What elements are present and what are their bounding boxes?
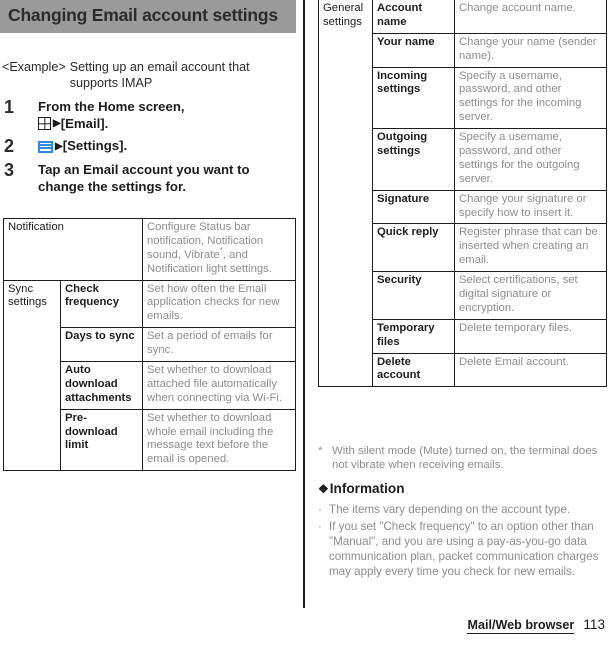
- step-action-sequence: ▶ [Email].: [38, 116, 296, 133]
- left-column: Changing Email account settings <Example…: [0, 0, 298, 645]
- row-item-label: Security: [372, 271, 455, 320]
- table-row: General settings Account name Change acc…: [318, 0, 607, 388]
- footnote-text: With silent mode (Mute) turned on, the t…: [332, 445, 598, 472]
- information-heading-label: Information: [329, 481, 405, 496]
- row-item-label: Check frequency: [59, 279, 144, 329]
- list-item: · If you set "Check frequency" to an opt…: [318, 519, 608, 579]
- example-line: <Example> Setting up an email account th…: [2, 60, 296, 91]
- list-item: · The items vary depending on the accoun…: [318, 502, 608, 517]
- manual-page: Changing Email account settings <Example…: [0, 0, 609, 645]
- row-item-label: Incoming settings: [372, 66, 455, 130]
- row-description: Change account name.: [454, 0, 607, 34]
- page-title-banner: Changing Email account settings: [0, 0, 296, 34]
- table-row: Notification Configure Status bar notifi…: [2, 218, 297, 281]
- settings-table-left: Notification Configure Status bar notifi…: [2, 218, 297, 472]
- example-text: Setting up an email account that support…: [69, 60, 250, 90]
- row-item-label: Delete account: [372, 352, 455, 388]
- menu-icon: [38, 140, 53, 153]
- row-item-label: Signature: [372, 189, 455, 225]
- row-description: Set whether to download whole email incl…: [142, 408, 297, 472]
- bullet-icon: ·: [318, 520, 322, 534]
- step-number: 3: [4, 160, 15, 181]
- row-description: Set a period of emails for sync.: [142, 327, 297, 363]
- step-1: 1 From the Home screen, ▶ [Email].: [2, 98, 296, 132]
- row-description: Specify a username, password, and other …: [454, 66, 607, 130]
- information-list: · The items vary depending on the accoun…: [318, 502, 608, 581]
- steps-list: 1 From the Home screen, ▶ [Email]. 2 ▶ […: [2, 98, 296, 200]
- example-label: <Example>: [2, 60, 66, 74]
- row-item-label: Pre-download limit: [59, 408, 144, 472]
- row-item-label: Outgoing settings: [372, 128, 455, 191]
- page-number: 113: [583, 617, 605, 632]
- settings-table-left-wrapper: Notification Configure Status bar notifi…: [2, 218, 297, 472]
- list-item-text: If you set "Check frequency" to an optio…: [329, 520, 599, 579]
- arrow-icon: ▶: [55, 140, 63, 152]
- row-description: Set how often the Email application chec…: [142, 279, 297, 329]
- row-description: Delete Email account.: [454, 352, 607, 388]
- row-description: Register phrase that can be inserted whe…: [454, 223, 607, 273]
- row-description: Configure Status bar notification, Notif…: [142, 218, 297, 281]
- step-target-label: [Email].: [60, 115, 109, 131]
- row-group-label: General settings: [318, 0, 373, 388]
- row-description: Specify a username, password, and other …: [454, 128, 607, 191]
- footnote-mark: *: [318, 445, 323, 457]
- settings-table-right-wrapper: General settings Account name Change acc…: [318, 0, 607, 388]
- step-action-sequence: ▶ [Settings].: [38, 138, 296, 155]
- row-item-label: Temporary files: [372, 318, 455, 354]
- row-item-label: Days to sync: [59, 327, 144, 363]
- row-description: Delete temporary files.: [454, 318, 607, 354]
- step-number: 2: [4, 136, 15, 157]
- step-body: From the Home screen, ▶ [Email].: [38, 98, 296, 132]
- diamond-icon: ❖: [318, 482, 329, 496]
- step-text: Tap an Email account you want to change …: [38, 162, 250, 194]
- row-item-label: Account name: [372, 0, 455, 34]
- column-divider: [303, 0, 305, 608]
- settings-table-right: General settings Account name Change acc…: [318, 0, 607, 388]
- row-group-label: Sync settings: [3, 279, 61, 472]
- step-2: 2 ▶ [Settings].: [2, 137, 296, 156]
- footer-section-label: Mail/Web browser: [467, 618, 575, 634]
- row-item-label: Your name: [372, 32, 455, 68]
- row-description: Change your signature or specify how to …: [454, 189, 607, 225]
- step-number: 1: [4, 97, 15, 117]
- step-3: 3 Tap an Email account you want to chang…: [2, 161, 296, 195]
- right-column: General settings Account name Change acc…: [310, 0, 609, 645]
- step-text: From the Home screen,: [38, 99, 185, 114]
- step-target-label: [Settings].: [62, 138, 128, 154]
- step-body: ▶ [Settings].: [38, 137, 296, 155]
- footnote: * With silent mode (Mute) turned on, the…: [318, 444, 608, 473]
- page-title: Changing Email account settings: [8, 5, 278, 25]
- information-heading: ❖ Information: [318, 481, 405, 496]
- page-footer: Mail/Web browser 113: [310, 617, 609, 634]
- app-drawer-grid-icon: [38, 117, 51, 131]
- table-row: Sync settings Check frequency Set how of…: [3, 279, 297, 472]
- step-body: Tap an Email account you want to change …: [38, 161, 296, 195]
- list-item-text: The items vary depending on the account …: [329, 503, 571, 516]
- row-group-label: Notification: [2, 218, 144, 281]
- bullet-icon: ·: [318, 503, 322, 516]
- arrow-icon: ▶: [53, 117, 61, 129]
- row-description: Select certifications, set digital signa…: [454, 271, 607, 320]
- row-item-label: Auto download attachments: [59, 361, 144, 410]
- row-item-label: Quick reply: [372, 223, 455, 273]
- row-description: Change your name (sender name).: [454, 32, 607, 68]
- row-description: Set whether to download attached file au…: [142, 361, 297, 410]
